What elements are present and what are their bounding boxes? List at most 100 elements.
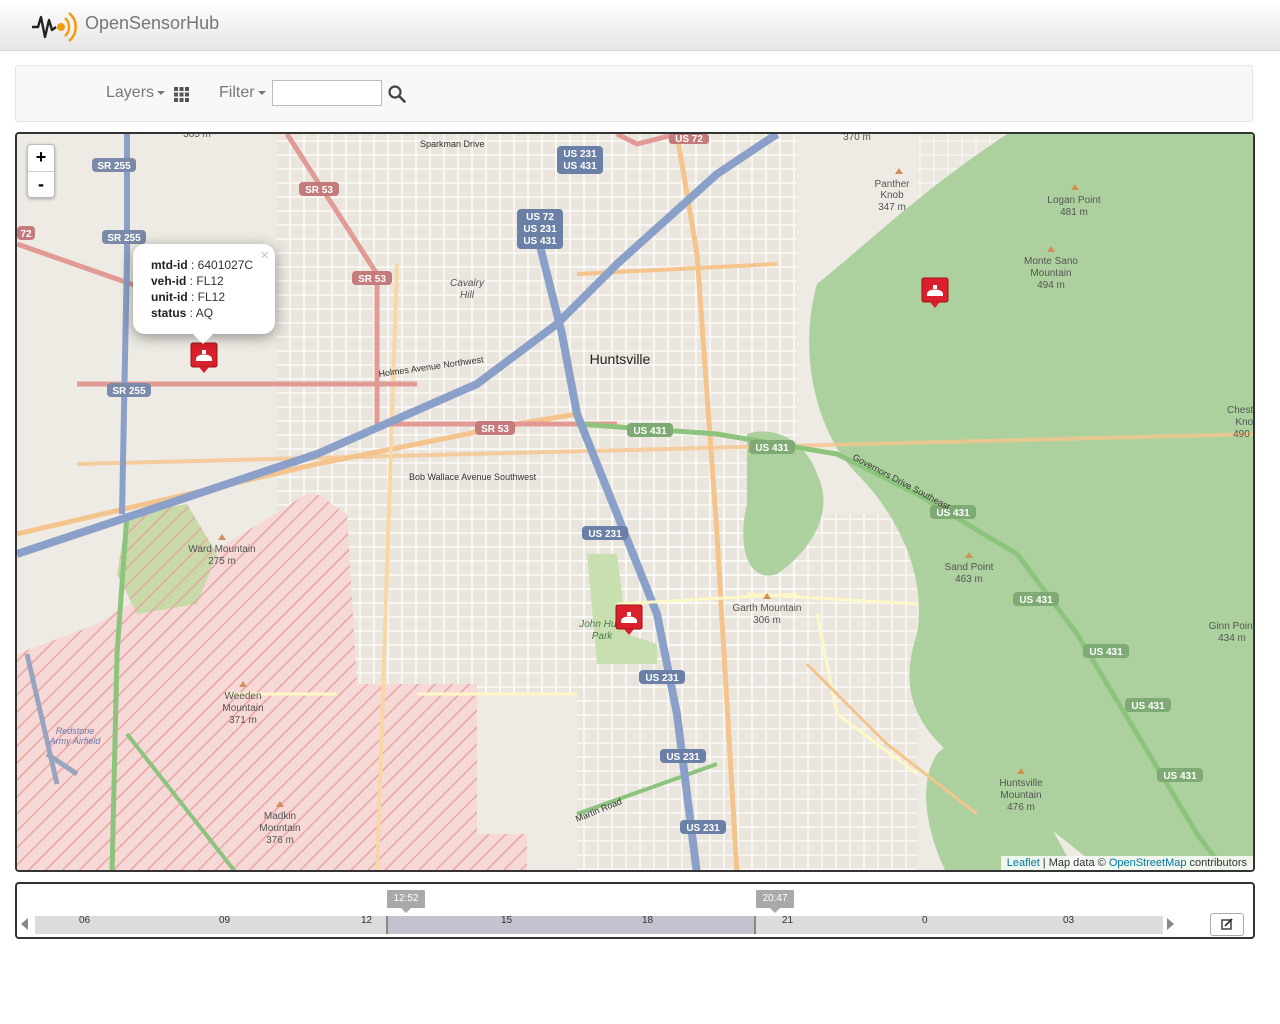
attribution-suffix: contributors [1186, 857, 1247, 869]
svg-text:US 431: US 431 [563, 161, 597, 172]
svg-text:SR 53: SR 53 [305, 185, 333, 196]
top-navbar: OpenSensorHub [0, 0, 1280, 51]
svg-text:US 431: US 431 [936, 508, 970, 519]
zoom-in-button[interactable]: + [28, 145, 54, 171]
svg-text:US 231: US 231 [563, 149, 597, 160]
leaflet-link[interactable]: Leaflet [1007, 857, 1040, 869]
svg-text:Garth Mountain: Garth Mountain [733, 603, 802, 614]
timeline-tick: 21 [782, 915, 794, 926]
svg-text:Hill: Hill [460, 290, 475, 301]
end-time-label: 20:47 [762, 893, 788, 904]
svg-text:481 m: 481 m [1060, 207, 1088, 218]
app-title[interactable]: OpenSensorHub [85, 13, 219, 34]
svg-text:US 72: US 72 [675, 134, 703, 145]
svg-text:Knob: Knob [880, 190, 904, 201]
svg-text:US 431: US 431 [1019, 595, 1053, 606]
svg-text:275 m: 275 m [208, 556, 236, 567]
svg-text:Panther: Panther [874, 179, 910, 190]
svg-text:490 m: 490 m [1233, 429, 1255, 440]
svg-text:SR 255: SR 255 [107, 233, 141, 244]
popup-row: status : AQ [151, 306, 214, 320]
svg-text:US 231: US 231 [686, 823, 720, 834]
svg-text:370 m: 370 m [843, 134, 871, 143]
svg-text:463 m: 463 m [955, 574, 983, 585]
svg-text:US 231: US 231 [523, 224, 557, 235]
timeline-prev-arrow-icon[interactable] [21, 918, 28, 930]
popup-value: 6401027C [197, 258, 254, 272]
timeline-tick: 12 [361, 915, 373, 926]
svg-text:US 431: US 431 [523, 236, 557, 247]
popup-key: status [151, 306, 187, 320]
svg-text:Bob Wallace Avenue Southwest: Bob Wallace Avenue Southwest [409, 472, 537, 482]
layers-label: Layers [106, 84, 155, 101]
filter-dropdown[interactable]: Filter [219, 84, 266, 102]
caret-down-icon [257, 90, 266, 95]
timeline-tick: 09 [219, 915, 231, 926]
svg-text:Mountain: Mountain [1000, 790, 1041, 801]
timeline-start-handle[interactable]: 12:52 [387, 890, 425, 913]
filter-input[interactable] [272, 80, 382, 106]
svg-text:Sand Point: Sand Point [945, 562, 994, 573]
svg-text:476 m: 476 m [1007, 802, 1035, 813]
popup-value: FL12 [197, 290, 226, 304]
popup-value: AQ [195, 306, 214, 320]
popup-row: mtd-id : 6401027C [151, 258, 254, 272]
svg-text:US 431: US 431 [633, 426, 667, 437]
svg-text:US 431: US 431 [1131, 701, 1165, 712]
marker-popup: × mtd-id : 6401027C veh-id : FL12 unit-i… [133, 244, 275, 344]
svg-text:Monte Sano: Monte Sano [1024, 256, 1078, 267]
svg-text:306 m: 306 m [753, 615, 781, 626]
svg-text:Huntsville: Huntsville [999, 778, 1043, 789]
opensensorhub-logo-icon[interactable] [30, 6, 80, 44]
timeline-edit-button[interactable] [1210, 913, 1244, 936]
svg-text:Logan Point: Logan Point [1047, 195, 1101, 206]
filter-label: Filter [219, 84, 255, 101]
search-icon[interactable] [388, 85, 406, 103]
svg-text:Chestnut: Chestnut [1227, 405, 1255, 416]
svg-text:Knob: Knob [1235, 417, 1255, 428]
sensor-marker[interactable] [190, 342, 218, 374]
start-time-label: 12:52 [393, 893, 419, 904]
svg-text:Redstone: Redstone [56, 726, 95, 736]
svg-text:Mountain: Mountain [1030, 268, 1071, 279]
map-attribution: Leaflet | Map data © OpenStreetMap contr… [1000, 856, 1253, 870]
caret-down-icon [157, 90, 166, 95]
timeline-tick: 15 [501, 915, 513, 926]
svg-text:US 231: US 231 [645, 673, 679, 684]
svg-text:US 72: US 72 [526, 212, 554, 223]
svg-text:Cavalry: Cavalry [450, 278, 485, 289]
svg-text:Ginn Point: Ginn Point [1209, 621, 1255, 632]
sensor-marker[interactable] [615, 604, 643, 636]
zoom-control: + - [27, 144, 55, 198]
svg-text:US 231: US 231 [666, 752, 700, 763]
popup-key: veh-id [151, 274, 187, 288]
svg-text:376 m: 376 m [266, 835, 294, 846]
popup-row: veh-id : FL12 [151, 274, 224, 288]
popup-key: mtd-id [151, 258, 188, 272]
svg-text:US 431: US 431 [755, 443, 789, 454]
svg-text:Sparkman Drive: Sparkman Drive [420, 139, 485, 149]
map-view[interactable]: SR 255 SR 53 SR 255 SR 53 SR 255 SR 53 U… [15, 132, 1255, 872]
svg-text:Madkin: Madkin [264, 811, 296, 822]
timeline-tick: 0 [922, 915, 928, 926]
svg-text:SR 53: SR 53 [358, 274, 386, 285]
sensor-marker[interactable] [921, 277, 949, 309]
timeline-selected-range[interactable] [386, 916, 756, 934]
svg-text:365 m: 365 m [183, 134, 211, 140]
timeline-next-arrow-icon[interactable] [1167, 918, 1174, 930]
timeline-panel: 06 09 12 15 18 21 0 03 12:52 20:47 [15, 882, 1255, 939]
svg-text:SR 53: SR 53 [481, 424, 509, 435]
svg-text:Huntsville: Huntsville [590, 351, 651, 367]
grid-icon[interactable] [174, 87, 189, 102]
toolbar-panel: Layers Filter [15, 65, 1253, 122]
layers-dropdown[interactable]: Layers [106, 84, 166, 102]
svg-text:434 m: 434 m [1218, 633, 1246, 644]
openstreetmap-link[interactable]: OpenStreetMap [1109, 857, 1187, 869]
timeline-tick: 03 [1063, 915, 1075, 926]
popup-close-button[interactable]: × [260, 247, 269, 264]
svg-text:371 m: 371 m [229, 715, 257, 726]
svg-text:347 m: 347 m [878, 202, 906, 213]
timeline-end-handle[interactable]: 20:47 [756, 890, 794, 913]
edit-icon [1221, 918, 1233, 930]
zoom-out-button[interactable]: - [28, 171, 54, 197]
